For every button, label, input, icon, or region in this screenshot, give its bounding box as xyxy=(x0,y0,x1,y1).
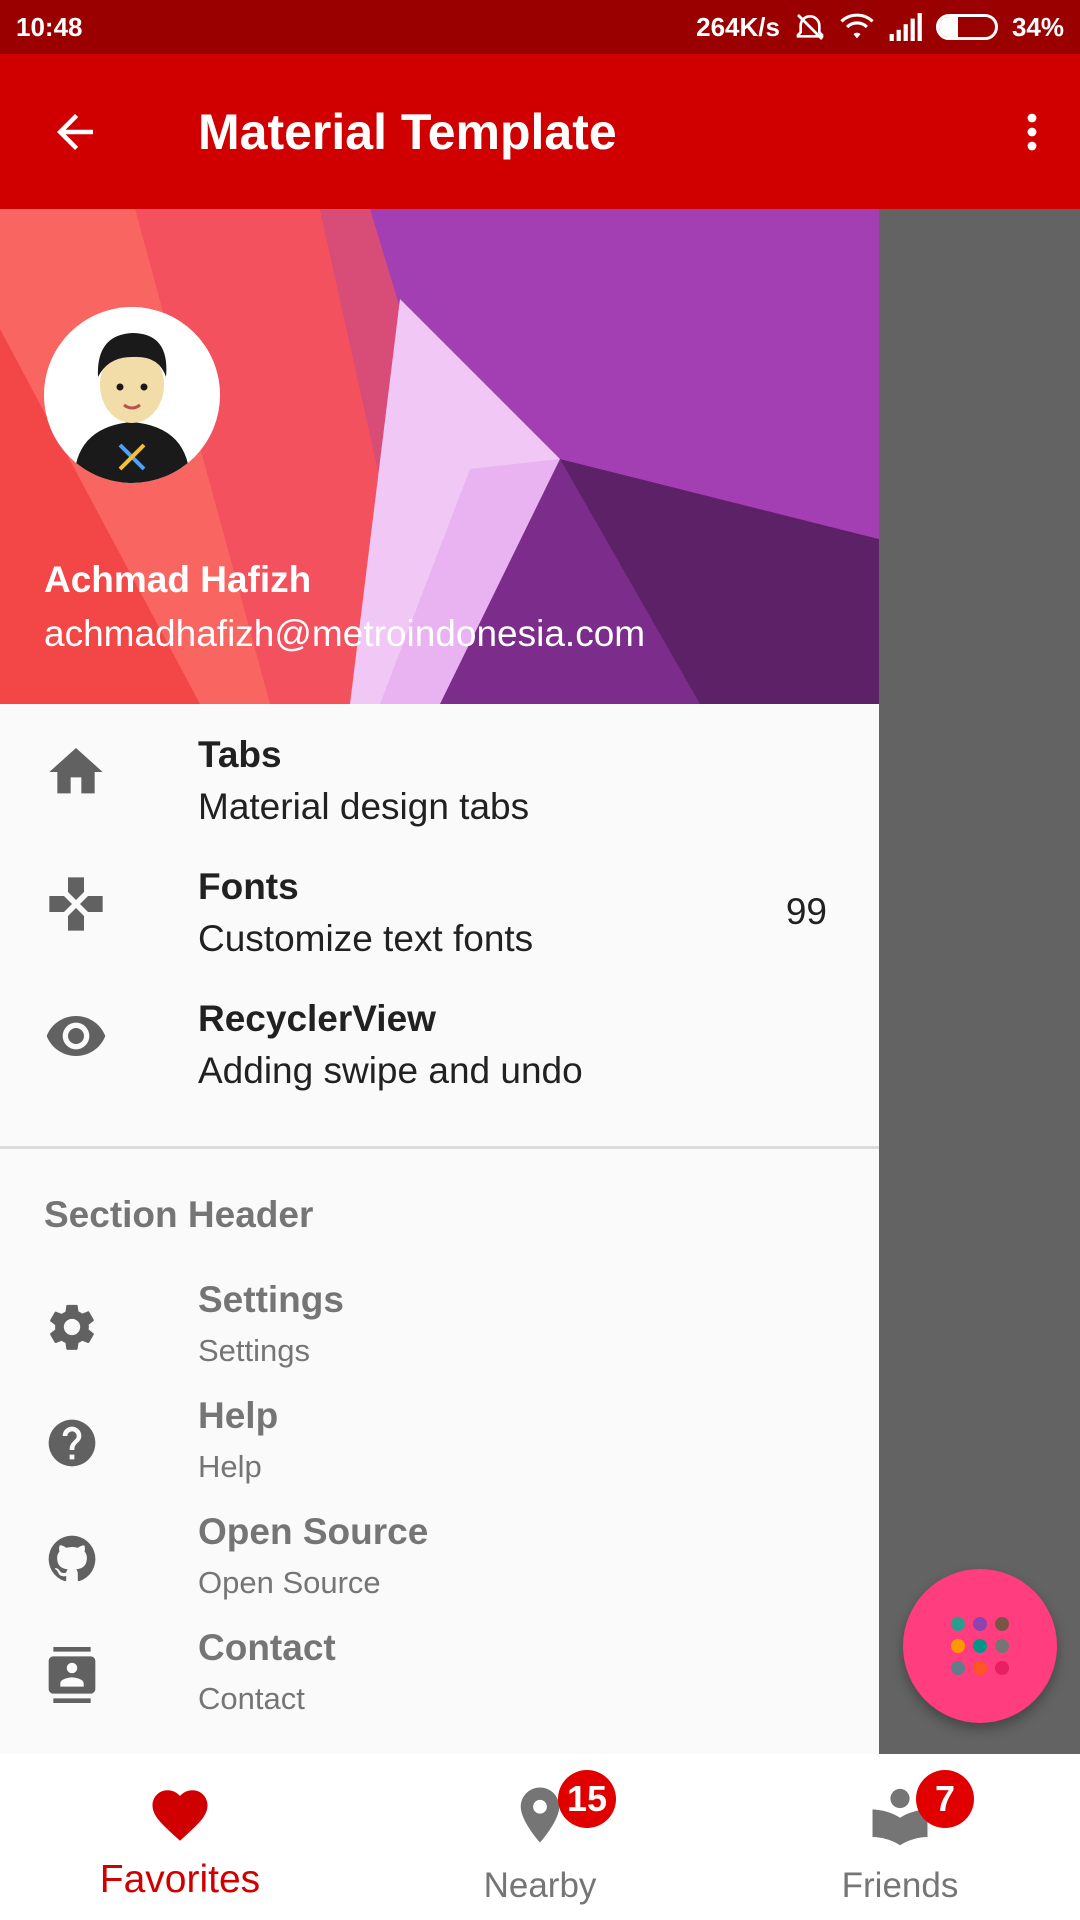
net-speed: 264K/s xyxy=(696,11,780,42)
app-bar: Material Template xyxy=(0,54,1080,209)
help-icon xyxy=(48,1419,96,1467)
github-icon xyxy=(48,1535,96,1582)
alarm-off-icon xyxy=(796,14,824,40)
nav-badge: 7 xyxy=(916,1770,974,1828)
more-options-button[interactable] xyxy=(984,54,1080,209)
section-header: Section Header xyxy=(44,1194,314,1235)
menu-item-subtitle: Settings xyxy=(198,1333,311,1368)
menu-item-subtitle: Help xyxy=(198,1449,262,1484)
page-title: Material Template xyxy=(198,103,617,160)
menu-item-badge: 99 xyxy=(785,891,827,932)
menu-item-title: Contact xyxy=(198,1627,336,1668)
divider xyxy=(0,1146,879,1149)
drawer-header: Achmad Hafizh achmadhafizh@metroindonesi… xyxy=(0,209,879,704)
primary-menu: Tabs Material design tabs Fonts Customiz… xyxy=(0,704,879,1100)
menu-item-title: Tabs xyxy=(198,734,282,775)
menu-item-contact[interactable]: Contact Contact xyxy=(0,1617,879,1733)
wifi-icon xyxy=(840,13,874,39)
menu-item-settings[interactable]: Settings Settings xyxy=(0,1269,879,1385)
menu-item-tabs[interactable]: Tabs Material design tabs xyxy=(0,704,879,836)
battery-level xyxy=(938,17,958,37)
menu-item-subtitle: Open Source xyxy=(198,1565,381,1600)
battery-text: 34% xyxy=(1011,11,1064,42)
status-bar: 10:48 264K/s 34% xyxy=(0,0,1080,54)
menu-item-open-source[interactable]: Open Source Open Source xyxy=(0,1501,879,1617)
menu-item-subtitle: Material design tabs xyxy=(198,786,530,827)
drawer-scrim[interactable] xyxy=(879,209,1080,1754)
menu-item-recyclerview[interactable]: RecyclerView Adding swipe and undo xyxy=(0,968,879,1100)
nav-item-nearby[interactable]: 15 Nearby xyxy=(360,1754,720,1920)
menu-item-title: Help xyxy=(198,1395,279,1436)
back-button[interactable] xyxy=(0,54,150,209)
arrow-back-icon xyxy=(57,113,93,150)
battery-icon xyxy=(935,14,998,40)
nav-item-friends[interactable]: 7 Friends xyxy=(720,1754,1080,1920)
menu-item-title: Fonts xyxy=(198,866,299,907)
nav-item-label: Nearby xyxy=(483,1866,597,1905)
menu-item-help[interactable]: Help Help xyxy=(0,1385,879,1501)
user-name: Achmad Hafizh xyxy=(44,559,312,600)
user-email: achmadhafizh@metroindonesia.com xyxy=(44,613,646,654)
menu-item-fonts[interactable]: Fonts Customize text fonts 99 xyxy=(0,836,879,968)
signal-icon xyxy=(889,13,922,41)
secondary-menu: Settings Settings Help Help Open Source … xyxy=(0,1269,879,1733)
app-screen: 10:48 264K/s 34% Material Template Achma… xyxy=(0,0,1080,1920)
menu-item-subtitle: Customize text fonts xyxy=(198,918,534,959)
gear-icon xyxy=(50,1304,94,1350)
fab-button[interactable] xyxy=(903,1569,1057,1723)
status-indicators: 264K/s 34% xyxy=(696,11,1064,43)
nav-badge: 15 xyxy=(558,1770,616,1828)
home-icon xyxy=(49,748,103,794)
contact-icon xyxy=(48,1647,96,1703)
avatar-image xyxy=(44,307,220,483)
menu-item-subtitle: Adding swipe and undo xyxy=(198,1050,583,1091)
menu-item-title: Settings xyxy=(198,1279,344,1320)
more-vert-icon xyxy=(1027,113,1037,150)
nav-item-favorites[interactable]: Favorites xyxy=(0,1754,360,1920)
dots-grid-icon xyxy=(951,1617,1009,1675)
status-time: 10:48 xyxy=(16,11,83,42)
gamepad-icon xyxy=(49,877,103,931)
avatar[interactable] xyxy=(44,307,220,483)
menu-item-title: Open Source xyxy=(198,1511,429,1552)
nav-item-label: Favorites xyxy=(99,1858,261,1901)
menu-item-title: RecyclerView xyxy=(198,998,436,1039)
bottom-navigation: Favorites 15 Nearby 7 Friends xyxy=(0,1754,1080,1920)
heart-icon xyxy=(152,1790,208,1841)
menu-item-subtitle: Contact xyxy=(198,1681,305,1716)
nav-item-label: Friends xyxy=(841,1866,959,1905)
eye-icon xyxy=(46,1016,106,1056)
navigation-drawer: Achmad Hafizh achmadhafizh@metroindonesi… xyxy=(0,209,879,1754)
